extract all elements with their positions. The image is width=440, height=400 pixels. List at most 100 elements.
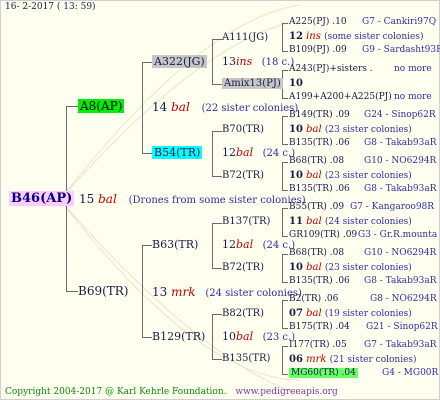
g5-row-22[interactable]: I177(TR) .05 [289,341,347,350]
g5-bracket-3-bot [282,144,288,145]
g5-row-14: 11 bal (24 sister colonies) [289,216,412,227]
g5-bracket-7-top [282,300,288,301]
g5-row-8: 10 bal (23 sister colonies) [289,124,412,135]
g5-row-12[interactable]: B135(TR) .06 [289,185,350,194]
b69-to-b129-hline [142,337,152,338]
g5-bracket-1 [282,23,283,52]
a111-queen[interactable]: A111(JG) [222,33,268,43]
g5-row-7[interactable]: B149(TR) .09 [289,111,350,120]
footer: Copyright 2004-2017 @ Karl Kehrle Founda… [5,388,338,397]
root-queen[interactable]: B46(AP) [9,191,75,206]
g5-bracket-7-bot [282,328,288,329]
g5-bracket-4 [282,162,283,191]
g5-row-18[interactable]: B135(TR) .06 [289,277,350,286]
g5-row-7-origin: G24 - Sinop62R [364,110,436,120]
g5-row-21[interactable]: B175(TR) .04 [289,323,350,332]
g5-bracket-2-top [282,70,288,71]
a8-generation-info: 14 bal (22 sister colonies) [152,100,299,114]
amix13-queen[interactable]: Amix13(PJ) [222,78,283,89]
b72-queen-1[interactable]: B72(TR) [222,171,264,181]
pedigree-canvas: 16- 2-2017 ( 13: 59) Copyright 2004-2017… [0,0,440,400]
g5-bracket-6 [282,254,283,283]
g5-row-16-origin: G10 - NO6294R [364,248,437,258]
timestamp: 16- 2-2017 ( 13: 59) [5,2,96,12]
b63-generation-info: 12bal (24 c.) [222,238,296,251]
root-generation-info: 15 bal (Drones from some sister colonies… [79,192,306,206]
b63-branch-vline [212,223,213,269]
g5-row-1[interactable]: A225(PJ) .10 [289,18,347,27]
g5-bracket-8 [282,346,283,375]
b72-queen-2[interactable]: B72(TR) [222,263,264,273]
root-to-b69-hline [66,291,78,292]
g5-row-4[interactable]: A243(PJ)+sisters . [289,65,373,74]
b63-to-b137-hline [212,223,222,224]
g5-row-22-origin: G7 - Takab93aR [364,340,437,350]
b129-queen[interactable]: B129(TR) [152,331,205,342]
g5-row-11: 10 bal (23 sister colonies) [289,170,412,181]
copyright-text: Copyright 2004-2017 @ Karl Kehrle Founda… [5,387,227,397]
g5-bracket-4-bot [282,190,288,191]
g5-bracket-6-bot [282,282,288,283]
a8-to-b54-hline [142,153,152,154]
g5-row-20: 07 bal (19 sister colonies) [289,308,412,319]
g5-bracket-3 [282,116,283,145]
g5-row-5: 10 [289,78,303,89]
g5-bracket-5-bot [282,236,288,237]
site-link[interactable]: www.pedigreeapis.org [235,387,337,397]
g5-row-6[interactable]: A199+A200+A225(PJ) [289,93,392,102]
g5-row-1-origin: G7 - Cankiri97Q [362,17,437,27]
a8-branch-vline [142,62,143,154]
b54-to-b72a-hline [212,176,222,177]
g5-row-16[interactable]: B68(TR) .08 [289,249,344,258]
b129-to-b82-hline [212,314,222,315]
b54-to-b70-hline [212,131,222,132]
g5-row-15[interactable]: GR109(TR) .09 [289,231,357,240]
b54-branch-vline [212,131,213,177]
g5-row-6-origin: no more [394,92,432,102]
a322-generation-info: 13ins (18 c.) [222,55,295,68]
g5-row-9[interactable]: B135(TR) .06 [289,139,350,148]
a8-queen[interactable]: A8(AP) [78,99,125,113]
b135-queen[interactable]: B135(TR) [222,354,270,364]
g5-row-2: 12 ins (some sister colonies) [289,31,424,42]
g5-row-3-origin: G9 - Sardasht93R [362,45,440,55]
a322-branch-vline [212,39,213,85]
g5-row-9-origin: G8 - Takab93aR [364,138,437,148]
g5-bracket-4-top [282,162,288,163]
b69-queen[interactable]: B69(TR) [78,285,129,297]
g5-bracket-5 [282,208,283,237]
g5-row-24[interactable]: MG60(TR) .04 [289,368,358,378]
a322-queen[interactable]: A322(JG) [152,55,207,68]
g5-row-19-origin: G8 - NO6294R [370,294,437,304]
g5-bracket-8-top [282,346,288,347]
g5-row-19[interactable]: B2(TR) .06 [289,295,338,304]
g5-bracket-2-bot [282,98,288,99]
g5-bracket-6-top [282,254,288,255]
g5-row-21-origin: G21 - Sinop62R [366,322,438,332]
g5-row-10[interactable]: B68(TR) .08 [289,157,344,166]
b63-queen[interactable]: B63(TR) [152,239,198,250]
g5-bracket-1-top [282,23,288,24]
g5-bracket-1-bot [282,51,288,52]
b82-queen[interactable]: B82(TR) [222,309,264,319]
b129-branch-vline [212,314,213,360]
a322-to-amix13-hline [212,84,222,85]
g5-row-24-origin: G4 - MG00R [382,368,439,378]
g5-row-10-origin: G10 - NO6294R [364,156,437,166]
g5-row-4-origin: no more [394,64,432,74]
b129-generation-info: 10bal (23 c.) [222,330,296,343]
b54-queen[interactable]: B54(TR) [152,146,203,159]
g5-bracket-7 [282,300,283,329]
a8-to-a322-hline [142,62,152,63]
b54-generation-info: 12bal (24 c.) [222,146,296,159]
g5-row-13[interactable]: B55(TR) .09 [289,203,344,212]
b137-queen[interactable]: B137(TR) [222,217,270,227]
g5-row-3[interactable]: B109(PJ) .09 [289,46,347,55]
b69-generation-info: 13 mrk (24 sister colonies) [152,285,302,299]
b70-queen[interactable]: B70(TR) [222,125,264,135]
g5-row-23: 06 mrk (21 sister colonies) [289,354,417,365]
g5-row-13-origin: G7 - Kangaroo98R [350,202,435,212]
b129-to-b135-hline [212,359,222,360]
g5-bracket-8-bot [282,374,288,375]
a322-to-a111-hline [212,39,222,40]
